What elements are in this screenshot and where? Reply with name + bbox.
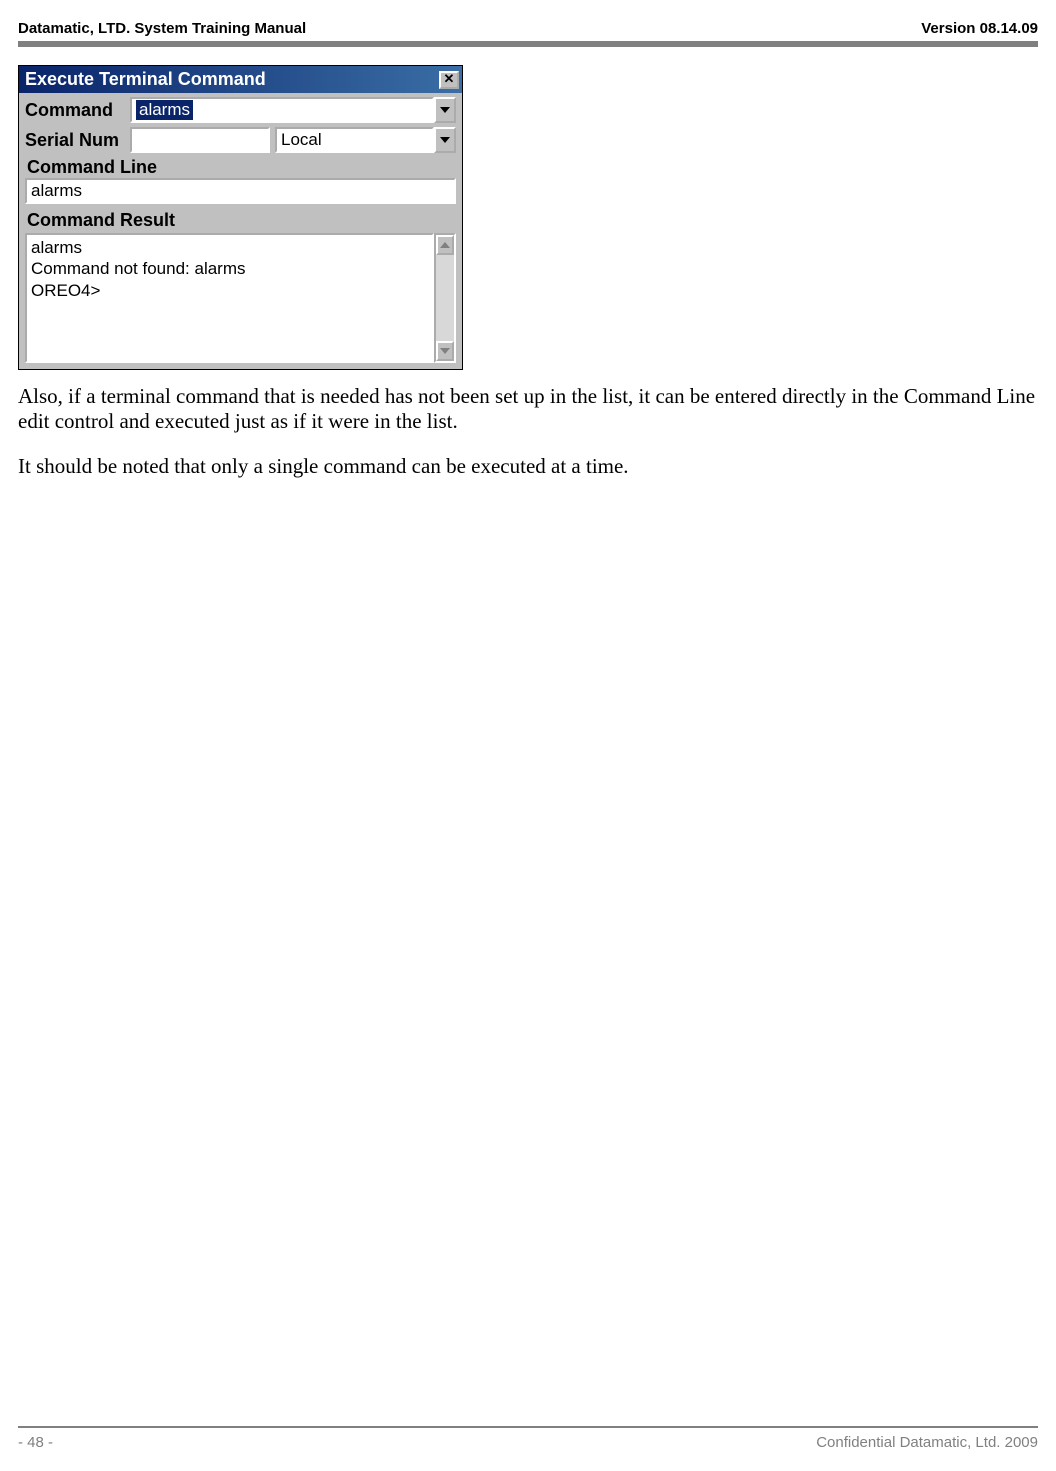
command-dropdown-button[interactable] (434, 97, 456, 123)
dialog-titlebar[interactable]: Execute Terminal Command ✕ (19, 66, 462, 93)
command-label: Command (25, 100, 125, 121)
command-value: alarms (136, 100, 193, 120)
command-input[interactable]: alarms (130, 97, 434, 123)
result-textarea[interactable]: alarms Command not found: alarms OREO4> (25, 233, 434, 363)
scope-value: Local (281, 130, 322, 150)
scroll-down-button[interactable] (436, 341, 454, 361)
page-number: - 48 - (18, 1434, 53, 1451)
chevron-down-icon (440, 107, 450, 113)
commandline-label: Command Line (27, 157, 456, 178)
scope-combo[interactable]: Local (275, 127, 456, 153)
page-footer: - 48 - Confidential Datamatic, Ltd. 2009 (18, 1426, 1038, 1451)
chevron-up-icon (440, 242, 450, 248)
footer-row: - 48 - Confidential Datamatic, Ltd. 2009 (18, 1434, 1038, 1451)
commandline-input[interactable]: alarms (25, 178, 456, 204)
footer-rule (18, 1426, 1038, 1428)
command-combo[interactable]: alarms (130, 97, 456, 123)
execute-terminal-dialog: Execute Terminal Command ✕ Command alarm… (18, 65, 463, 370)
command-row: Command alarms (25, 97, 456, 123)
dialog-body: Command alarms Serial Num Local (19, 93, 462, 369)
serial-row: Serial Num Local (25, 127, 456, 153)
commandline-value: alarms (31, 181, 82, 200)
close-icon: ✕ (444, 71, 455, 86)
header-rule (18, 41, 1038, 47)
scroll-up-button[interactable] (436, 235, 454, 255)
close-button[interactable]: ✕ (439, 71, 459, 89)
result-label: Command Result (27, 210, 456, 231)
header-left: Datamatic, LTD. System Training Manual (18, 20, 306, 37)
page-header: Datamatic, LTD. System Training Manual V… (18, 20, 1038, 37)
result-area: alarms Command not found: alarms OREO4> (25, 233, 456, 363)
scope-dropdown-button[interactable] (434, 127, 456, 153)
chevron-down-icon (440, 348, 450, 354)
header-right: Version 08.14.09 (921, 20, 1038, 37)
scope-input[interactable]: Local (275, 127, 434, 153)
dialog-title: Execute Terminal Command (25, 69, 266, 90)
serial-label: Serial Num (25, 130, 125, 151)
chevron-down-icon (440, 137, 450, 143)
confidential-notice: Confidential Datamatic, Ltd. 2009 (816, 1434, 1038, 1451)
result-scrollbar[interactable] (434, 233, 456, 363)
body-paragraph-1: Also, if a terminal command that is need… (18, 384, 1038, 434)
serial-input[interactable] (130, 127, 270, 153)
body-paragraph-2: It should be noted that only a single co… (18, 454, 1038, 479)
